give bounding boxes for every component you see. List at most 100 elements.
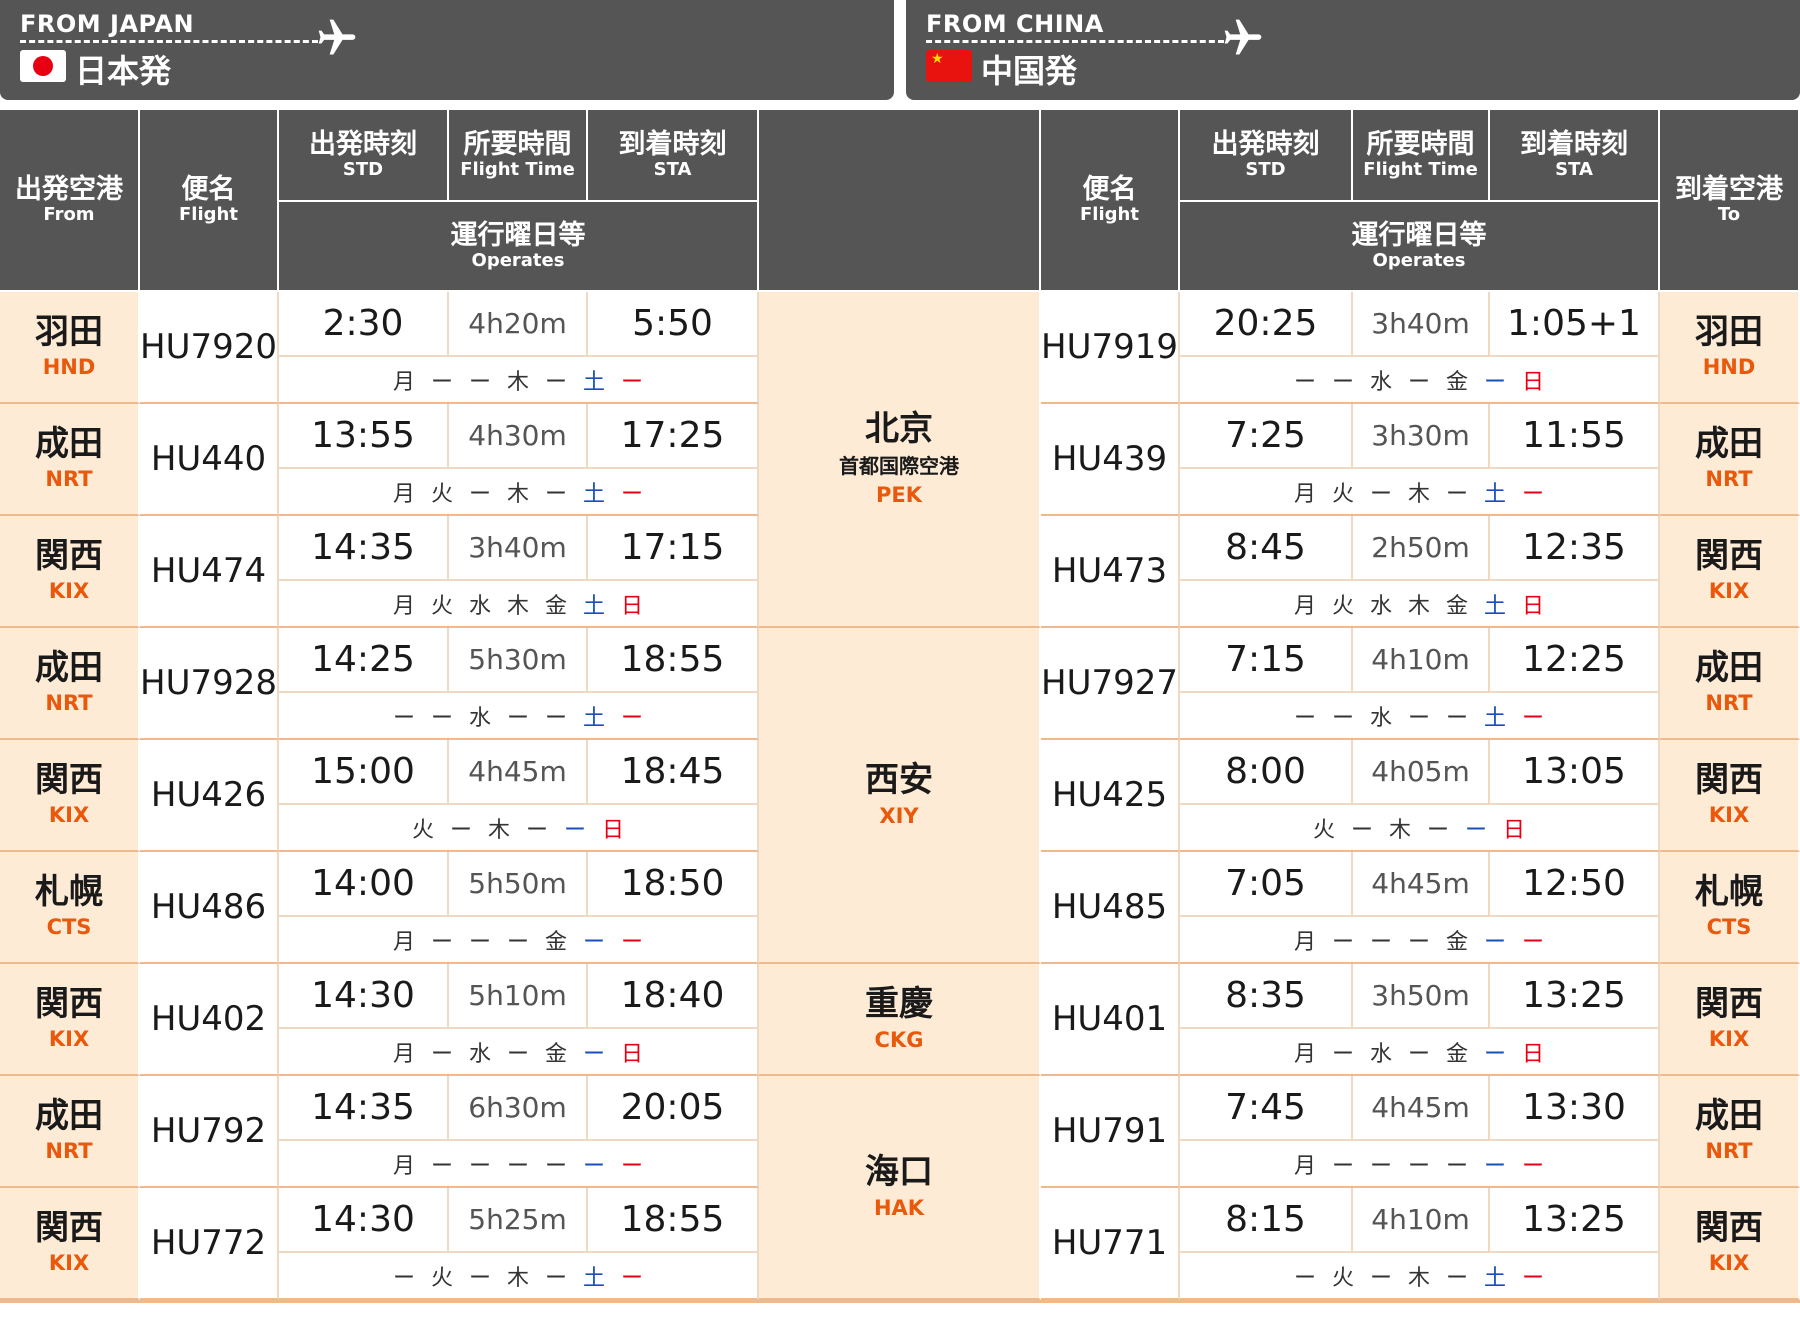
operating-day: ー — [392, 1265, 415, 1291]
operating-day: ー — [620, 1265, 643, 1291]
operating-day: ー — [468, 481, 491, 507]
city-code: PEK — [875, 483, 922, 508]
city-name: 重慶 — [865, 984, 933, 1025]
header-flight-out-en: Flight — [179, 203, 238, 225]
operating-day: ー — [582, 1153, 605, 1179]
operating-day: ー — [620, 929, 643, 955]
city-code: XIY — [879, 803, 919, 828]
from-japan-tag: FROM JAPAN — [20, 10, 195, 38]
origin-airport: 成田 NRT — [0, 404, 140, 516]
departure-time: 14:00 — [279, 852, 449, 917]
operating-day: 木 — [487, 817, 510, 843]
flight-duration: 4h05m — [1353, 740, 1490, 805]
header-std-out: 出発時刻 STD — [279, 110, 449, 202]
operating-day: ー — [582, 1041, 605, 1067]
airport-name: 関西 — [35, 760, 103, 801]
destination-airport: 成田 NRT — [1660, 404, 1800, 516]
city-airport-name: 首都国際空港 — [839, 454, 959, 479]
header-std-out-jp: 出発時刻 — [309, 128, 417, 160]
flight-number: HU401 — [1041, 964, 1180, 1076]
operating-day: ー — [1483, 1153, 1506, 1179]
operating-day: ー — [1350, 817, 1373, 843]
operating-day: ー — [1407, 705, 1430, 731]
operating-days: ー火ー木ー土ー — [279, 1253, 759, 1300]
operating-day: ー — [430, 705, 453, 731]
operating-days: 月火水木金土日 — [279, 581, 759, 628]
origin-airport: 関西 KIX — [0, 1188, 140, 1300]
operating-day: ー — [1445, 1265, 1468, 1291]
operating-day: 日 — [1521, 593, 1544, 619]
operating-day: ー — [525, 817, 548, 843]
flight-number: HU474 — [140, 516, 279, 628]
flight-duration: 4h45m — [1353, 1076, 1490, 1141]
airport-code: KIX — [1708, 1250, 1750, 1275]
arrival-time: 18:55 — [588, 1188, 759, 1253]
airport-name: 関西 — [35, 536, 103, 577]
operating-day: 火 — [430, 593, 453, 619]
airport-name: 成田 — [1695, 648, 1763, 689]
airport-code: CTS — [46, 914, 92, 939]
operating-day: ー — [1521, 705, 1544, 731]
flight-number: HU772 — [140, 1188, 279, 1300]
operating-day: ー — [506, 1041, 529, 1067]
operating-day: ー — [1369, 1153, 1392, 1179]
operating-day: ー — [582, 929, 605, 955]
header-flight-time-back-jp: 所要時間 — [1366, 128, 1475, 160]
airport-name: 成田 — [35, 648, 103, 689]
airport-name: 関西 — [1695, 984, 1763, 1025]
departure-time: 14:35 — [279, 1076, 449, 1141]
operating-day: 日 — [601, 817, 624, 843]
airport-code: CTS — [1706, 914, 1752, 939]
operating-days: ーー水ー金ー日 — [1180, 357, 1660, 404]
operating-day: 月 — [392, 1153, 415, 1179]
operating-day: 月 — [392, 369, 415, 395]
operating-day: 木 — [1407, 481, 1430, 507]
arrival-time: 13:30 — [1490, 1076, 1660, 1141]
header-operates-out-en: Operates — [471, 249, 565, 271]
airport-code: NRT — [45, 466, 93, 491]
flight-duration: 3h30m — [1353, 404, 1490, 469]
table-bottom-border — [0, 1300, 1800, 1303]
operating-day: ー — [1483, 929, 1506, 955]
flight-duration: 5h10m — [449, 964, 588, 1029]
header-flight-out: 便名 Flight — [140, 110, 279, 292]
airport-code: NRT — [1705, 690, 1753, 715]
operating-day: ー — [1521, 481, 1544, 507]
origin-airport: 羽田 HND — [0, 292, 140, 404]
arrival-time: 12:50 — [1490, 852, 1660, 917]
dashed-route-line — [926, 40, 1224, 43]
airport-name: 関西 — [1695, 760, 1763, 801]
operating-day: ー — [1293, 1265, 1316, 1291]
flight-duration: 4h45m — [1353, 852, 1490, 917]
operating-day: 木 — [1407, 593, 1430, 619]
header-to-en: To — [1717, 203, 1741, 225]
operating-day: 木 — [506, 593, 529, 619]
airport-name: 関西 — [1695, 536, 1763, 577]
operating-day: 木 — [506, 369, 529, 395]
header-sta-out-jp: 到着時刻 — [618, 128, 727, 160]
airport-name: 関西 — [35, 1208, 103, 1249]
header-sta-back-jp: 到着時刻 — [1520, 128, 1628, 160]
flight-duration: 3h40m — [449, 516, 588, 581]
departure-time: 14:35 — [279, 516, 449, 581]
operating-day: ー — [1369, 1265, 1392, 1291]
operating-day: ー — [563, 817, 586, 843]
operating-day: 水 — [468, 1041, 491, 1067]
destination-city: 海口 HAK — [759, 1076, 1041, 1300]
flight-number: HU7928 — [140, 628, 279, 740]
airport-name: 札幌 — [1695, 872, 1763, 913]
flight-number: HU402 — [140, 964, 279, 1076]
flight-number: HU791 — [1041, 1076, 1180, 1188]
airport-code: KIX — [48, 1250, 90, 1275]
header-sta-back-en: STA — [1555, 158, 1593, 180]
operating-day: 月 — [392, 1041, 415, 1067]
destination-airport: 成田 NRT — [1660, 628, 1800, 740]
operating-day: 火 — [411, 817, 434, 843]
operating-day: 土 — [1483, 705, 1506, 731]
arrival-time: 18:55 — [588, 628, 759, 693]
operating-day: ー — [1331, 1153, 1354, 1179]
header-flight-time-back-en: Flight Time — [1363, 158, 1478, 180]
header-to: 到着空港 To — [1660, 110, 1800, 292]
operating-day: ー — [468, 369, 491, 395]
flight-number: HU473 — [1041, 516, 1180, 628]
